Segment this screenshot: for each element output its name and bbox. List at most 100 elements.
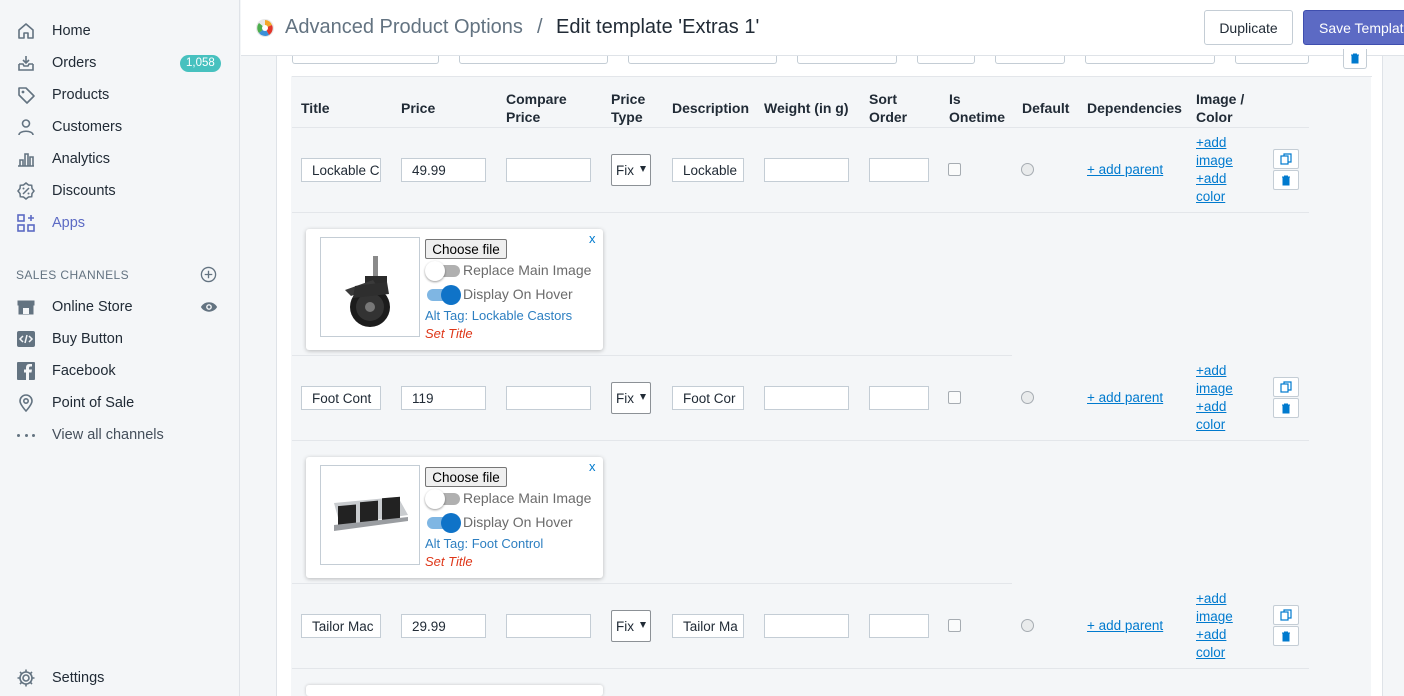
location-icon	[16, 393, 36, 413]
close-icon[interactable]: x	[589, 459, 596, 474]
price-type-select[interactable]: Fix	[611, 610, 651, 642]
copy-option-button[interactable]	[1273, 377, 1299, 397]
sidebar-item-label: Settings	[52, 670, 105, 686]
sidebar-item-customers[interactable]: Customers	[0, 111, 239, 143]
copy-option-button[interactable]	[1273, 605, 1299, 625]
delete-option-button[interactable]	[1273, 626, 1299, 646]
delete-option-button[interactable]	[1343, 49, 1367, 69]
link-line: +add	[1196, 591, 1227, 606]
prev-row-input[interactable]	[292, 56, 439, 64]
title-input[interactable]: Foot Cont	[301, 386, 381, 410]
choose-file-button[interactable]: Choose file	[425, 467, 507, 487]
default-radio[interactable]	[1021, 391, 1034, 404]
weight-input[interactable]	[764, 158, 849, 182]
replace-main-image-toggle[interactable]	[425, 261, 461, 281]
alt-tag-link[interactable]: Alt Tag: Foot Control	[425, 536, 543, 551]
eye-icon[interactable]	[200, 298, 218, 316]
add-parent-link[interactable]: + add parent	[1087, 618, 1163, 633]
column-header-image-color: Image / Color	[1196, 90, 1244, 126]
add-image-link[interactable]: +add image	[1196, 363, 1233, 396]
title-input[interactable]: Lockable C	[301, 158, 381, 182]
price-input[interactable]: 29.99	[401, 614, 486, 638]
tag-icon	[16, 85, 36, 105]
prev-row-input[interactable]	[995, 56, 1065, 64]
add-parent-link[interactable]: + add parent	[1087, 162, 1163, 177]
sidebar-item-analytics[interactable]: Analytics	[0, 143, 239, 175]
link-line: +add	[1196, 135, 1227, 150]
breadcrumb-app-link[interactable]: Advanced Product Options	[285, 16, 523, 39]
sort-order-input[interactable]	[869, 158, 929, 182]
add-image-link[interactable]: +add image	[1196, 135, 1233, 168]
sidebar-item-point-of-sale[interactable]: Point of Sale	[0, 387, 239, 419]
alt-tag-link[interactable]: Alt Tag: Lockable Castors	[425, 308, 572, 323]
weight-input[interactable]	[764, 614, 849, 638]
set-title-link[interactable]: Set Title	[425, 326, 473, 341]
header-line: Price	[506, 109, 541, 125]
description-input[interactable]: Tailor Ma	[672, 614, 744, 638]
prev-row-input[interactable]	[628, 56, 777, 64]
castor-wheel-image	[320, 237, 420, 337]
prev-row-input[interactable]	[917, 56, 975, 64]
sidebar-item-discounts[interactable]: Discounts	[0, 175, 239, 207]
delete-option-button[interactable]	[1273, 398, 1299, 418]
sidebar-item-buy-button[interactable]: Buy Button	[0, 323, 239, 355]
copy-option-button[interactable]	[1273, 149, 1299, 169]
prev-row-input[interactable]	[459, 56, 608, 64]
link-line: +add	[1196, 627, 1227, 642]
compare-price-input[interactable]	[506, 158, 591, 182]
display-on-hover-toggle[interactable]	[425, 513, 461, 533]
link-line: color	[1196, 645, 1226, 660]
column-header-weight: Weight (in g)	[764, 100, 849, 116]
price-type-select[interactable]: Fix	[611, 154, 651, 186]
header-line: Type	[611, 109, 643, 125]
add-color-link[interactable]: +add color	[1196, 171, 1226, 204]
compare-price-input[interactable]	[506, 614, 591, 638]
sidebar-item-orders[interactable]: Orders 1,058	[0, 47, 239, 79]
sidebar-item-home[interactable]: Home	[0, 15, 239, 47]
weight-input[interactable]	[764, 386, 849, 410]
add-channel-icon[interactable]	[200, 266, 217, 283]
choose-file-button[interactable]: Choose file	[425, 239, 507, 259]
prev-row-input[interactable]	[797, 56, 897, 64]
add-color-link[interactable]: +add color	[1196, 399, 1226, 432]
sidebar-item-products[interactable]: Products	[0, 79, 239, 111]
sidebar-item-facebook[interactable]: Facebook	[0, 355, 239, 387]
prev-row-input[interactable]	[1235, 56, 1309, 64]
title-input[interactable]: Tailor Mac	[301, 614, 381, 638]
close-icon[interactable]: x	[589, 231, 596, 246]
trash-icon	[1351, 53, 1359, 64]
replace-main-image-label: Replace Main Image	[463, 262, 592, 278]
delete-option-button[interactable]	[1273, 170, 1299, 190]
description-input[interactable]: Foot Cor	[672, 386, 744, 410]
default-radio[interactable]	[1021, 619, 1034, 632]
price-input[interactable]: 49.99	[401, 158, 486, 182]
add-parent-link[interactable]: + add parent	[1087, 390, 1163, 405]
description-input[interactable]: Lockable	[672, 158, 744, 182]
sidebar-item-label: View all channels	[52, 427, 164, 443]
sidebar-item-view-all-channels[interactable]: View all channels	[0, 419, 239, 451]
replace-main-image-toggle[interactable]	[425, 489, 461, 509]
default-radio[interactable]	[1021, 163, 1034, 176]
sort-order-input[interactable]	[869, 386, 929, 410]
price-type-select[interactable]: Fix	[611, 382, 651, 414]
header-line: Onetime	[949, 109, 1006, 125]
price-input[interactable]: 119	[401, 386, 486, 410]
sidebar-item-settings[interactable]: Settings	[0, 662, 239, 694]
display-on-hover-toggle[interactable]	[425, 285, 461, 305]
sidebar-item-apps[interactable]: Apps	[0, 207, 239, 239]
prev-row-input[interactable]	[1085, 56, 1215, 64]
sort-order-input[interactable]	[869, 614, 929, 638]
sidebar-item-label: Customers	[52, 119, 123, 135]
sidebar-item-label: Buy Button	[52, 331, 123, 347]
compare-price-input[interactable]	[506, 386, 591, 410]
image-color-links: +add image +add color	[1196, 362, 1233, 434]
save-template-button[interactable]: Save Template	[1303, 10, 1404, 45]
is-onetime-checkbox[interactable]	[948, 391, 961, 404]
apps-icon	[16, 213, 36, 233]
is-onetime-checkbox[interactable]	[948, 163, 961, 176]
add-image-link[interactable]: +add image	[1196, 591, 1233, 624]
is-onetime-checkbox[interactable]	[948, 619, 961, 632]
set-title-link[interactable]: Set Title	[425, 554, 473, 569]
add-color-link[interactable]: +add color	[1196, 627, 1226, 660]
duplicate-button[interactable]: Duplicate	[1204, 10, 1293, 45]
